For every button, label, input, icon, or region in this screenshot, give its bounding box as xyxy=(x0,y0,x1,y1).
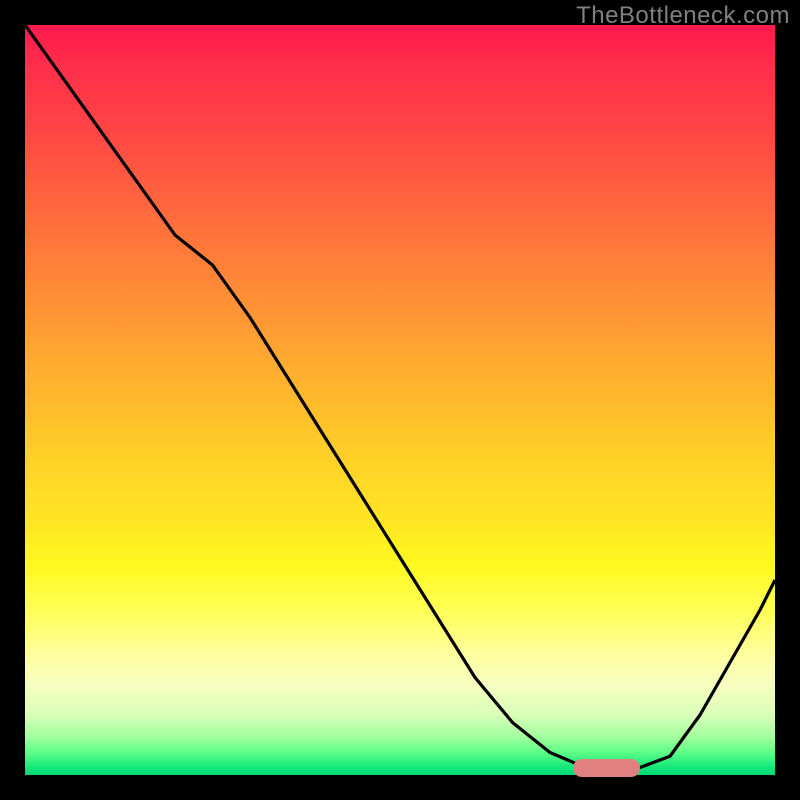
chart-area xyxy=(25,25,775,775)
watermark-text: TheBottleneck.com xyxy=(576,2,790,30)
bottleneck-line xyxy=(25,25,775,768)
curve-svg xyxy=(25,25,775,775)
valley-marker xyxy=(573,759,641,777)
